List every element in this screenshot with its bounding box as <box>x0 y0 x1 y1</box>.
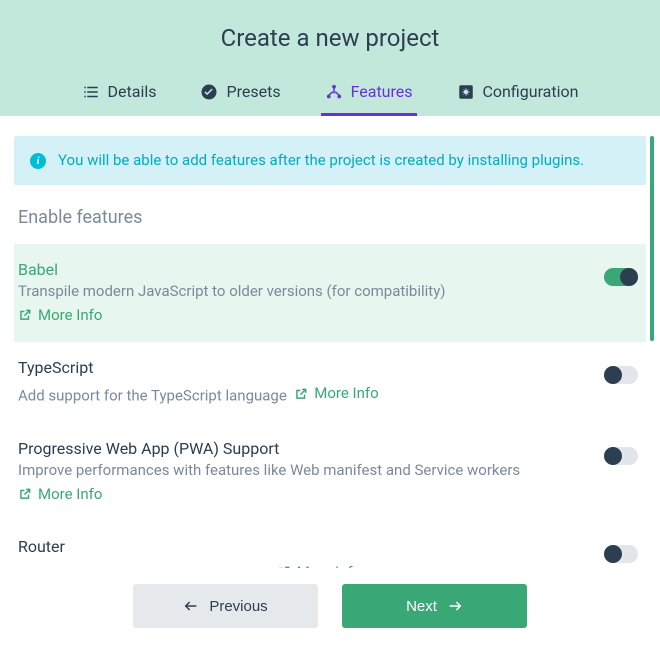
toggle-knob <box>604 545 622 563</box>
arrow-left-icon <box>183 598 199 614</box>
section-title: Enable features <box>18 207 642 228</box>
wizard-footer: Previous Next <box>0 568 660 648</box>
tab-label: Details <box>108 82 157 101</box>
toggle-knob <box>620 268 638 286</box>
feature-toggle-pwa[interactable] <box>604 447 638 465</box>
info-message: You will be able to add features after t… <box>58 150 584 171</box>
button-label: Previous <box>209 598 267 615</box>
toggle-knob <box>604 366 622 384</box>
external-link-icon <box>18 487 32 501</box>
tab-details[interactable]: Details <box>78 72 161 116</box>
feature-description: Add support for the TypeScript language … <box>18 379 588 407</box>
previous-button[interactable]: Previous <box>133 584 318 628</box>
more-info-link[interactable]: More Info <box>294 383 378 404</box>
more-info-label: More Info <box>38 306 102 324</box>
tab-label: Features <box>351 82 413 101</box>
feature-row-babel: Babel Transpile modern JavaScript to old… <box>14 244 646 342</box>
info-icon: i <box>30 153 46 169</box>
feature-body: TypeScript Add support for the TypeScrip… <box>18 358 588 407</box>
more-info-label: More Info <box>314 383 378 404</box>
wizard-header: Create a new project Details Presets Fea… <box>0 0 660 116</box>
content-area: i You will be able to add features after… <box>0 116 660 636</box>
feature-title: Progressive Web App (PWA) Support <box>18 439 588 458</box>
feature-description: Improve performances with features like … <box>18 460 588 481</box>
more-info-link[interactable]: More Info <box>18 485 102 503</box>
list-icon <box>82 83 100 101</box>
more-info-link[interactable]: More Info <box>18 306 102 324</box>
check-circle-icon <box>200 83 218 101</box>
tab-label: Presets <box>226 82 280 101</box>
feature-body: Progressive Web App (PWA) Support Improv… <box>18 439 588 505</box>
next-button[interactable]: Next <box>342 584 527 628</box>
feature-description: Transpile modern JavaScript to older ver… <box>18 281 588 302</box>
share-nodes-icon <box>325 83 343 101</box>
feature-toggle-typescript[interactable] <box>604 366 638 384</box>
button-label: Next <box>406 598 437 615</box>
feature-title: Router <box>18 537 588 556</box>
toggle-knob <box>604 447 622 465</box>
feature-row-pwa: Progressive Web App (PWA) Support Improv… <box>14 423 646 521</box>
tab-presets[interactable]: Presets <box>196 72 284 116</box>
feature-toggle-babel[interactable] <box>604 268 638 286</box>
arrow-right-icon <box>447 598 463 614</box>
feature-title: Babel <box>18 260 588 279</box>
more-info-label: More Info <box>38 485 102 503</box>
feature-title: TypeScript <box>18 358 588 377</box>
tab-features[interactable]: Features <box>321 72 417 116</box>
scroll-indicator <box>650 136 654 341</box>
wizard-tabs: Details Presets Features Configuration <box>0 72 660 116</box>
tab-configuration[interactable]: Configuration <box>453 72 583 116</box>
tab-label: Configuration <box>483 82 579 101</box>
info-banner: i You will be able to add features after… <box>14 136 646 185</box>
feature-body: Babel Transpile modern JavaScript to old… <box>18 260 588 326</box>
page-title: Create a new project <box>0 24 660 52</box>
feature-toggle-router[interactable] <box>604 545 638 563</box>
feature-row-typescript: TypeScript Add support for the TypeScrip… <box>14 342 646 423</box>
external-link-icon <box>294 387 308 401</box>
gear-icon <box>457 83 475 101</box>
external-link-icon <box>18 308 32 322</box>
